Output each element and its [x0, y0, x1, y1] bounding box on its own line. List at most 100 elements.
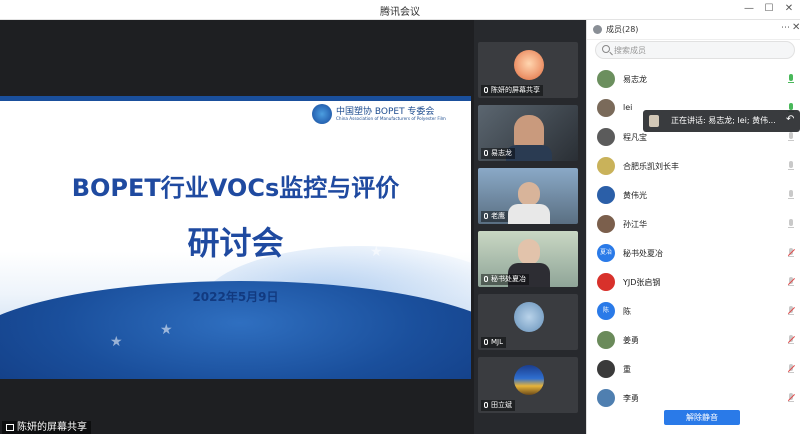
search-members-input[interactable]: 搜索成员 [595, 41, 795, 59]
video-tile[interactable]: 陈妍的屏幕共享 [478, 42, 578, 98]
mic-muted-icon[interactable] [788, 277, 794, 287]
title-bar: 腾讯会议 — ☐ ✕ [0, 0, 800, 20]
video-tile[interactable]: 秘书处夏冶 [478, 231, 578, 287]
tile-name: 秘书处夏冶 [481, 274, 529, 285]
member-row[interactable]: YJD张启钢 [587, 269, 800, 297]
mic-icon[interactable] [788, 190, 794, 200]
screen-share-icon [484, 87, 488, 93]
window-title: 腾讯会议 [380, 7, 420, 18]
mic-icon [484, 339, 488, 345]
close-icon[interactable]: ✕ [782, 2, 796, 16]
slide-subtitle: 研讨会 [187, 224, 284, 262]
avatar: 夏冶 [597, 244, 615, 262]
video-strip[interactable]: 陈妍的屏幕共享 易志龙 老鹰 秘书处夏冶 MJL 田立斌 [474, 20, 586, 434]
avatar: 陈 [597, 302, 615, 320]
maximize-icon[interactable]: ☐ [762, 2, 776, 16]
screen-share-icon [6, 423, 14, 431]
mic-icon [484, 276, 488, 282]
member-name: lei [623, 103, 633, 112]
tile-name: 田立斌 [481, 400, 515, 411]
mic-icon [484, 402, 488, 408]
avatar [597, 360, 615, 378]
video-tile[interactable]: 老鹰 [478, 168, 578, 224]
member-name: 姜勇 [623, 336, 639, 345]
speaker-icon [649, 115, 659, 127]
member-name: YJD张启钢 [623, 278, 661, 287]
avatar [597, 331, 615, 349]
avatar [597, 157, 615, 175]
avatar [514, 365, 544, 395]
presenter-label: 陈妍的屏幕共享 [17, 422, 87, 433]
member-name: 合肥乐凯刘长丰 [623, 162, 679, 171]
participant-video [514, 115, 544, 149]
avatar [597, 215, 615, 233]
avatar [597, 389, 615, 407]
member-name: 重 [623, 365, 631, 374]
member-name: 易志龙 [623, 75, 647, 84]
star-icon: ★ [110, 334, 123, 350]
slide-date: 2022年5月9日 [192, 290, 279, 304]
mic-icon[interactable] [788, 219, 794, 229]
mic-icon[interactable] [788, 74, 794, 84]
mic-muted-icon[interactable] [788, 364, 794, 374]
member-row[interactable]: 陈陈 [587, 298, 800, 326]
member-name: 孙江华 [623, 220, 647, 229]
avatar [597, 70, 615, 88]
slide-top-line [0, 96, 471, 101]
star-icon: ★ [160, 322, 173, 338]
mic-icon [484, 213, 488, 219]
member-row[interactable]: 夏冶 秘书处夏冶 [587, 240, 800, 268]
screen-share-label: 陈妍的屏幕共享 [2, 421, 91, 434]
mic-muted-icon[interactable] [788, 393, 794, 403]
members-header: 成员(28) ⋯ ✕ [587, 20, 800, 40]
member-name: 黄伟光 [623, 191, 647, 200]
member-row[interactable]: 重 [587, 356, 800, 384]
tile-name: 老鹰 [481, 211, 508, 222]
avatar [514, 302, 544, 332]
video-tile[interactable]: 田立斌 [478, 357, 578, 413]
org-name-en: China Association of Manufacturers of Po… [336, 116, 446, 121]
member-row[interactable]: 合肥乐凯刘长丰 [587, 153, 800, 181]
participant-video [518, 182, 540, 206]
user-icon [593, 25, 602, 34]
org-logo-icon [312, 104, 332, 124]
back-icon[interactable]: ↶ [786, 114, 794, 125]
search-icon [602, 45, 610, 53]
mic-icon[interactable] [788, 132, 794, 142]
member-name: 秘书处夏冶 [623, 249, 663, 258]
member-row[interactable]: 易志龙 [587, 66, 800, 94]
members-count: 成员(28) [606, 25, 639, 34]
member-row[interactable]: 黄伟光 [587, 182, 800, 210]
video-tile[interactable]: MJL [478, 294, 578, 350]
slide-title: BOPET行业VOCs监控与评价 [71, 174, 400, 202]
mic-muted-icon[interactable] [788, 306, 794, 316]
members-panel: 成员(28) ⋯ ✕ 搜索成员 易志龙 lei 程凡宝合肥乐凯刘长丰 黄伟光孙江华夏冶… [586, 20, 800, 434]
participant-video [518, 239, 540, 265]
unmute-all-button[interactable]: 解除静音 [664, 410, 740, 425]
tile-name: 易志龙 [481, 148, 515, 159]
avatar [514, 50, 544, 80]
speaking-banner: 正在讲话: 易志龙; lei; 黄伟... ↶ [643, 110, 800, 132]
avatar [597, 186, 615, 204]
tile-name: 陈妍的屏幕共享 [481, 85, 543, 96]
mic-muted-icon[interactable] [788, 248, 794, 258]
more-icon[interactable]: ⋯ [781, 23, 790, 33]
member-row[interactable]: 孙江华 [587, 211, 800, 239]
member-name: 陈 [623, 307, 631, 316]
close-panel-icon[interactable]: ✕ [792, 22, 800, 33]
avatar [597, 99, 615, 117]
member-name: 程凡宝 [623, 133, 647, 142]
avatar [597, 128, 615, 146]
mic-muted-icon[interactable] [788, 335, 794, 345]
mic-icon [484, 150, 488, 156]
member-row[interactable]: 姜勇 [587, 327, 800, 355]
participant-video [508, 204, 550, 224]
video-tile[interactable]: 易志龙 [478, 105, 578, 161]
minimize-icon[interactable]: — [742, 2, 756, 16]
search-placeholder: 搜索成员 [614, 46, 646, 55]
mic-icon[interactable] [788, 161, 794, 171]
avatar [597, 273, 615, 291]
member-row[interactable]: 李勇 [587, 385, 800, 413]
member-name: 李勇 [623, 394, 639, 403]
tile-name: MJL [481, 337, 507, 348]
